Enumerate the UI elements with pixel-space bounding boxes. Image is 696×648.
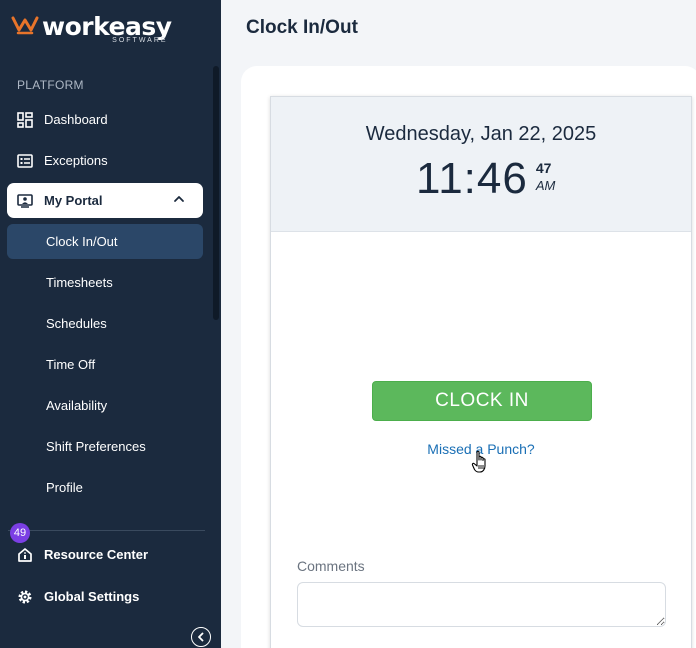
sidebar-subitem-timesheets[interactable]: Timesheets xyxy=(7,265,203,300)
time-ampm: AM xyxy=(535,178,556,193)
gear-icon xyxy=(16,588,34,606)
time-seconds: 47 xyxy=(535,160,552,176)
sidebar-item-label: My Portal xyxy=(44,193,103,208)
time-hours-minutes: 11:46 xyxy=(416,154,528,203)
section-label-platform: PLATFORM xyxy=(17,78,84,92)
clock-in-button[interactable]: CLOCK IN xyxy=(372,381,592,421)
sidebar-item-exceptions[interactable]: Exceptions xyxy=(7,143,203,178)
sidebar-item-my-portal[interactable]: My Portal xyxy=(7,183,203,218)
chevron-left-icon xyxy=(198,632,204,642)
sidebar-item-global-settings[interactable]: Global Settings xyxy=(7,579,203,614)
page-title: Clock In/Out xyxy=(246,17,358,38)
collapse-sidebar-button[interactable] xyxy=(191,627,211,647)
comments-input[interactable] xyxy=(297,582,666,627)
current-time: 11:46 47 AM xyxy=(416,155,555,203)
sidebar-divider xyxy=(8,530,205,531)
sidebar-subitem-availability[interactable]: Availability xyxy=(7,388,203,423)
workeasy-logo[interactable]: workeasy SOFTWARE xyxy=(11,14,172,44)
clock-header: Wednesday, Jan 22, 2025 11:46 47 AM xyxy=(271,97,691,232)
portal-icon xyxy=(16,192,34,210)
sidebar-scrollbar[interactable] xyxy=(213,66,219,320)
sidebar: workeasy SOFTWARE PLATFORM Dashboard Exc… xyxy=(0,0,221,648)
home-icon xyxy=(16,546,34,564)
crown-logo-icon xyxy=(11,16,39,35)
sidebar-subitem-profile[interactable]: Profile xyxy=(7,470,203,505)
sidebar-item-label: Dashboard xyxy=(44,112,108,127)
sidebar-item-resource-center[interactable]: Resource Center xyxy=(7,537,203,572)
list-icon xyxy=(16,152,34,170)
comments-label: Comments xyxy=(297,558,365,574)
dashboard-icon xyxy=(16,111,34,129)
sidebar-item-label: Resource Center xyxy=(44,547,149,562)
sidebar-item-dashboard[interactable]: Dashboard xyxy=(7,102,203,137)
sidebar-item-label: Global Settings xyxy=(44,589,140,604)
hand-cursor-icon xyxy=(471,450,489,479)
clock-card: Wednesday, Jan 22, 2025 11:46 47 AM CLOC… xyxy=(270,96,692,648)
sidebar-subitem-schedules[interactable]: Schedules xyxy=(7,306,203,341)
sidebar-subitem-shift-preferences[interactable]: Shift Preferences xyxy=(7,429,203,464)
notification-badge[interactable]: 49 xyxy=(10,523,30,543)
current-date: Wednesday, Jan 22, 2025 xyxy=(365,123,597,145)
chevron-up-icon[interactable] xyxy=(173,193,185,208)
sidebar-item-label: Exceptions xyxy=(44,153,108,168)
sidebar-subitem-time-off[interactable]: Time Off xyxy=(7,347,203,382)
sidebar-subitem-clock-in-out[interactable]: Clock In/Out xyxy=(7,224,203,259)
